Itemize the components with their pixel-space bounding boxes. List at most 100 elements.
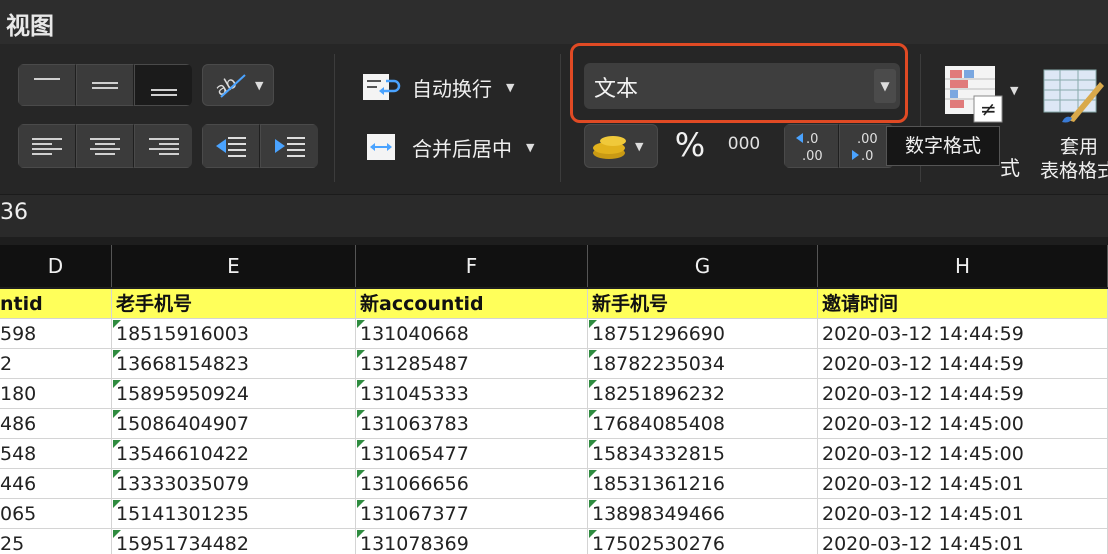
conditional-formatting-label: 式: [1000, 156, 1020, 180]
table-cell[interactable]: 131045333: [356, 379, 588, 409]
align-center-button[interactable]: [76, 124, 134, 168]
table-cell[interactable]: 15895950924: [112, 379, 356, 409]
table-cell[interactable]: 131067377: [356, 499, 588, 529]
merge-center-label: 合并后居中: [412, 136, 512, 161]
table-row: 180 15895950924 131045333 18251896232 20…: [0, 379, 1108, 409]
table-cell[interactable]: 2020-03-12 14:44:59: [818, 349, 1108, 379]
table-cell[interactable]: 131040668: [356, 319, 588, 349]
table-cell[interactable]: 065: [0, 499, 112, 529]
align-middle-button[interactable]: [76, 64, 134, 106]
group-divider: [334, 54, 335, 182]
merge-center-button[interactable]: 合并后居中 ▼: [362, 130, 534, 164]
wrap-text-label: 自动换行: [412, 76, 492, 101]
text-number-marker: [357, 530, 365, 538]
align-left-button[interactable]: [18, 124, 76, 168]
header-cell[interactable]: 新手机号: [588, 289, 818, 319]
table-cell[interactable]: 18751296690: [588, 319, 818, 349]
align-top-icon: [34, 75, 60, 83]
table-cell[interactable]: 13333035079: [112, 469, 356, 499]
header-cell[interactable]: ntid: [0, 289, 112, 319]
align-top-button[interactable]: [18, 64, 76, 106]
svg-text:.00: .00: [857, 132, 878, 147]
name-box[interactable]: 36: [0, 200, 28, 225]
decrease-indent-button[interactable]: [202, 124, 260, 168]
vertical-align-group: [18, 64, 192, 106]
tab-view[interactable]: 视图: [6, 6, 54, 41]
text-number-marker: [113, 350, 121, 358]
column-header-g[interactable]: G: [588, 245, 818, 287]
table-cell[interactable]: 2: [0, 349, 112, 379]
table-cell[interactable]: 548: [0, 439, 112, 469]
table-cell[interactable]: 2020-03-12 14:44:59: [818, 379, 1108, 409]
chevron-down-icon: ▼: [635, 139, 644, 153]
increase-indent-button[interactable]: [260, 124, 318, 168]
table-cell[interactable]: 18531361216: [588, 469, 818, 499]
table-cell[interactable]: 486: [0, 409, 112, 439]
align-bottom-button[interactable]: [134, 64, 192, 106]
header-cell[interactable]: 新accountid: [356, 289, 588, 319]
table-cell[interactable]: 131285487: [356, 349, 588, 379]
text-number-marker: [357, 320, 365, 328]
comma-style-button[interactable]: 000: [720, 134, 768, 160]
text-number-marker: [113, 410, 121, 418]
header-cell[interactable]: 老手机号: [112, 289, 356, 319]
increase-decimal-button[interactable]: .0 .00: [784, 124, 839, 168]
table-cell[interactable]: 180: [0, 379, 112, 409]
text-number-marker: [357, 470, 365, 478]
table-cell[interactable]: 13898349466: [588, 499, 818, 529]
table-cell[interactable]: 131065477: [356, 439, 588, 469]
table-cell[interactable]: 17684085408: [588, 409, 818, 439]
header-cell[interactable]: 邀请时间: [818, 289, 1108, 319]
table-cell[interactable]: 18782235034: [588, 349, 818, 379]
table-cell[interactable]: 17502530276: [588, 529, 818, 554]
align-right-button[interactable]: [134, 124, 192, 168]
column-header-f[interactable]: F: [356, 245, 588, 287]
table-cell[interactable]: 2020-03-12 14:45:01: [818, 469, 1108, 499]
table-row: 065 15141301235 131067377 13898349466 20…: [0, 499, 1108, 529]
format-as-table-label-1: 套用: [1060, 136, 1099, 158]
table-cell[interactable]: 13668154823: [112, 349, 356, 379]
conditional-formatting-icon: ≠: [945, 66, 1003, 123]
accounting-format-button[interactable]: ▼: [584, 124, 658, 168]
table-cell[interactable]: 2020-03-12 14:45:00: [818, 409, 1108, 439]
table-cell[interactable]: 598: [0, 319, 112, 349]
wrap-text-button[interactable]: 自动换行 ▼: [362, 70, 514, 104]
text-number-marker: [113, 380, 121, 388]
table-row: 548 13546610422 131065477 15834332815 20…: [0, 439, 1108, 469]
conditional-formatting-button[interactable]: ≠ ▼ 式: [944, 64, 1024, 184]
table-row: 446 13333035079 131066656 18531361216 20…: [0, 469, 1108, 499]
number-format-tooltip: 数字格式: [886, 126, 1000, 166]
column-header-e[interactable]: E: [112, 245, 356, 287]
table-cell[interactable]: 15951734482: [112, 529, 356, 554]
table-cell[interactable]: 13546610422: [112, 439, 356, 469]
table-cell[interactable]: 2020-03-12 14:45:01: [818, 499, 1108, 529]
table-cell[interactable]: 15141301235: [112, 499, 356, 529]
increase-indent-icon: [274, 137, 305, 157]
column-header-d[interactable]: D: [0, 245, 112, 287]
table-cell[interactable]: 2020-03-12 14:44:59: [818, 319, 1108, 349]
table-cell[interactable]: 131078369: [356, 529, 588, 554]
table-cell[interactable]: 25: [0, 529, 112, 554]
chevron-down-icon: ▼: [1010, 84, 1019, 97]
text-number-marker: [357, 500, 365, 508]
table-cell[interactable]: 131063783: [356, 409, 588, 439]
table-cell[interactable]: 15086404907: [112, 409, 356, 439]
table-cell[interactable]: 18515916003: [112, 319, 356, 349]
table-cell[interactable]: 18251896232: [588, 379, 818, 409]
text-number-marker: [357, 350, 365, 358]
format-as-table-button[interactable]: 套用 表格格式: [1040, 64, 1108, 194]
text-number-marker: [589, 500, 597, 508]
svg-text:.00: .00: [802, 149, 823, 164]
table-cell[interactable]: 2020-03-12 14:45:00: [818, 439, 1108, 469]
percent-style-button[interactable]: %: [668, 126, 712, 166]
table-cell[interactable]: 131066656: [356, 469, 588, 499]
text-number-marker: [357, 380, 365, 388]
table-cell[interactable]: 15834332815: [588, 439, 818, 469]
table-cell[interactable]: 2020-03-12 14:45:01: [818, 529, 1108, 554]
svg-text:.0: .0: [861, 149, 873, 164]
text-number-marker: [357, 440, 365, 448]
column-header-h[interactable]: H: [818, 245, 1108, 287]
svg-text:.0: .0: [806, 132, 818, 147]
orientation-button[interactable]: ab ▼: [202, 64, 274, 106]
table-cell[interactable]: 446: [0, 469, 112, 499]
